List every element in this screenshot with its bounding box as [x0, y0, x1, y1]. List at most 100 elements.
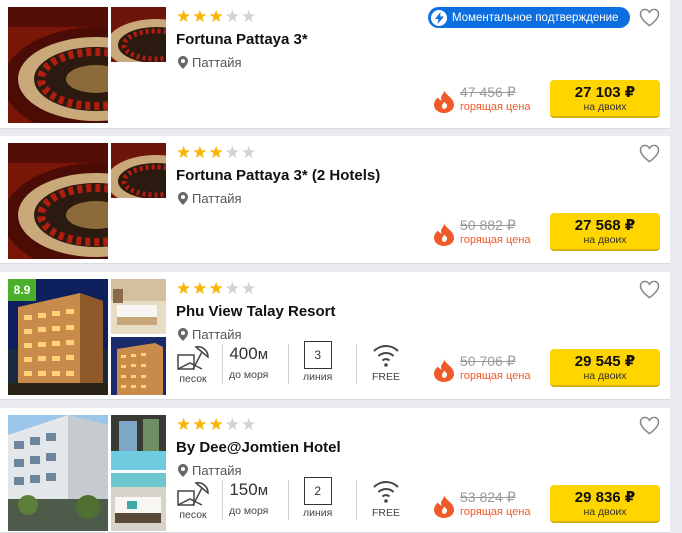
- wifi-feature: FREE: [371, 477, 401, 527]
- sea-distance-feature: 150м до моря: [229, 477, 268, 527]
- divider: [222, 480, 223, 520]
- sea-distance-feature: 400м до моря: [229, 341, 268, 391]
- hotel-photo-main[interactable]: [8, 143, 108, 259]
- wifi-icon: [373, 481, 399, 503]
- hotel-photo-thumb[interactable]: [111, 337, 166, 395]
- location-pin-icon: [178, 464, 188, 477]
- star-icon: ★: [208, 279, 224, 298]
- star-icon: ★: [224, 143, 240, 162]
- heart-icon[interactable]: [639, 8, 660, 27]
- price-button[interactable]: 29 836 ₽ на двоих: [550, 485, 660, 523]
- heart-icon[interactable]: [639, 144, 660, 163]
- sea-distance-value: 400: [229, 344, 258, 363]
- sea-distance-unit: м: [257, 346, 269, 363]
- hotel-photo-thumb[interactable]: [111, 143, 166, 198]
- hotel-name[interactable]: Fortuna Pattaya 3*: [176, 31, 308, 48]
- sea-distance-label: до моря: [229, 505, 269, 517]
- wifi-icon: [373, 345, 399, 367]
- hot-price-label: горящая цена: [460, 370, 531, 382]
- hotel-photo-main[interactable]: [8, 7, 108, 123]
- star-icon: ★: [241, 279, 257, 298]
- sea-distance-value: 150: [229, 480, 258, 499]
- divider: [288, 344, 289, 384]
- old-price: 47 456 ₽: [460, 84, 516, 100]
- hotel-name[interactable]: Phu View Talay Resort: [176, 303, 336, 320]
- beach-umbrella-icon: [177, 346, 209, 370]
- lightning-icon: [431, 9, 447, 26]
- hotel-name[interactable]: By Dee@Jomtien Hotel: [176, 439, 341, 456]
- wifi-feature: FREE: [371, 341, 401, 391]
- price-note: на двоих: [583, 369, 627, 382]
- hotel-location: Паттайя: [178, 463, 242, 478]
- city-label: Паттайя: [192, 55, 242, 70]
- price-button[interactable]: 29 545 ₽ на двоих: [550, 349, 660, 387]
- heart-icon[interactable]: [639, 280, 660, 299]
- star-icon: ★: [176, 7, 192, 26]
- sea-distance-label: до моря: [229, 369, 269, 381]
- hotel-list: ★ ★ ★ ★ ★ Fortuna Pattaya 3* Паттайя Мом…: [0, 0, 682, 533]
- star-icon: ★: [192, 279, 208, 298]
- old-price: 50 882 ₽: [460, 217, 516, 233]
- star-icon: ★: [192, 415, 208, 434]
- star-icon: ★: [208, 7, 224, 26]
- line-number-box: 2: [303, 477, 332, 505]
- instant-confirmation-badge: Моментальное подтверждение: [428, 7, 630, 28]
- star-icon: ★: [176, 143, 192, 162]
- price-value: 27 103 ₽: [574, 83, 636, 101]
- price-button[interactable]: 27 103 ₽ на двоих: [550, 80, 660, 118]
- price-value: 27 568 ₽: [574, 216, 636, 234]
- hotel-location: Паттайя: [178, 327, 242, 342]
- line-label: линия: [303, 507, 333, 519]
- city-label: Паттайя: [192, 463, 242, 478]
- hotel-stars: ★ ★ ★ ★ ★: [176, 143, 256, 162]
- hotel-card[interactable]: 8.9 ★ ★ ★ ★ ★ Phu View Talay Resort Патт…: [0, 272, 670, 400]
- price-note: на двоих: [583, 505, 627, 518]
- old-price: 53 824 ₽: [460, 489, 516, 505]
- divider: [222, 344, 223, 384]
- hot-price-label: горящая цена: [460, 234, 531, 246]
- star-icon: ★: [224, 7, 240, 26]
- hotel-photo-thumb[interactable]: [111, 279, 166, 334]
- star-icon: ★: [208, 415, 224, 434]
- line-feature: 2 линия: [303, 477, 332, 527]
- beach-type-label: песок: [179, 373, 207, 385]
- hotel-card[interactable]: ★ ★ ★ ★ ★ By Dee@Jomtien Hotel Паттайя п…: [0, 408, 670, 533]
- heart-icon[interactable]: [639, 416, 660, 435]
- hotel-stars: ★ ★ ★ ★ ★: [176, 7, 257, 26]
- star-icon: ★: [208, 143, 224, 162]
- wifi-label: FREE: [371, 507, 400, 519]
- star-icon: ★: [241, 415, 257, 434]
- fire-icon: [434, 494, 454, 518]
- hotel-stars: ★ ★ ★ ★ ★: [176, 279, 257, 298]
- star-icon: ★: [192, 7, 208, 26]
- line-number-box: 3: [303, 341, 332, 369]
- hotel-stars: ★ ★ ★ ★ ★: [176, 415, 257, 434]
- hotel-photo-main[interactable]: [8, 415, 108, 531]
- city-label: Паттайя: [192, 327, 242, 342]
- hotel-photo-thumb[interactable]: [111, 473, 166, 531]
- hotel-location: Паттайя: [178, 191, 242, 206]
- price-button[interactable]: 27 568 ₽ на двоих: [550, 213, 660, 251]
- star-icon: ★: [224, 279, 240, 298]
- city-label: Паттайя: [192, 191, 242, 206]
- beach-type-feature: песок: [176, 477, 210, 527]
- hotel-card[interactable]: ★ ★ ★ ★ ★ Fortuna Pattaya 3* Паттайя Мом…: [0, 0, 670, 129]
- location-pin-icon: [178, 56, 188, 69]
- beach-type-label: песок: [179, 509, 207, 521]
- hotel-name[interactable]: Fortuna Pattaya 3* (2 Hotels): [176, 167, 380, 184]
- fire-icon: [434, 222, 454, 246]
- hotel-location: Паттайя: [178, 55, 242, 70]
- hotel-photo-thumb[interactable]: [111, 7, 166, 62]
- star-icon: ★: [241, 7, 257, 26]
- location-pin-icon: [178, 192, 188, 205]
- hot-price-label: горящая цена: [460, 101, 531, 113]
- star-icon: ★: [176, 415, 192, 434]
- hot-price-label: горящая цена: [460, 506, 531, 518]
- location-pin-icon: [178, 328, 188, 341]
- instant-confirmation-label: Моментальное подтверждение: [452, 11, 619, 24]
- beach-type-feature: песок: [176, 341, 210, 391]
- wifi-label: FREE: [371, 371, 400, 383]
- old-price: 50 706 ₽: [460, 353, 516, 369]
- hotel-card[interactable]: ★ ★ ★ ★ ★ Fortuna Pattaya 3* (2 Hotels) …: [0, 136, 670, 264]
- hotel-photo-thumb[interactable]: [111, 415, 166, 470]
